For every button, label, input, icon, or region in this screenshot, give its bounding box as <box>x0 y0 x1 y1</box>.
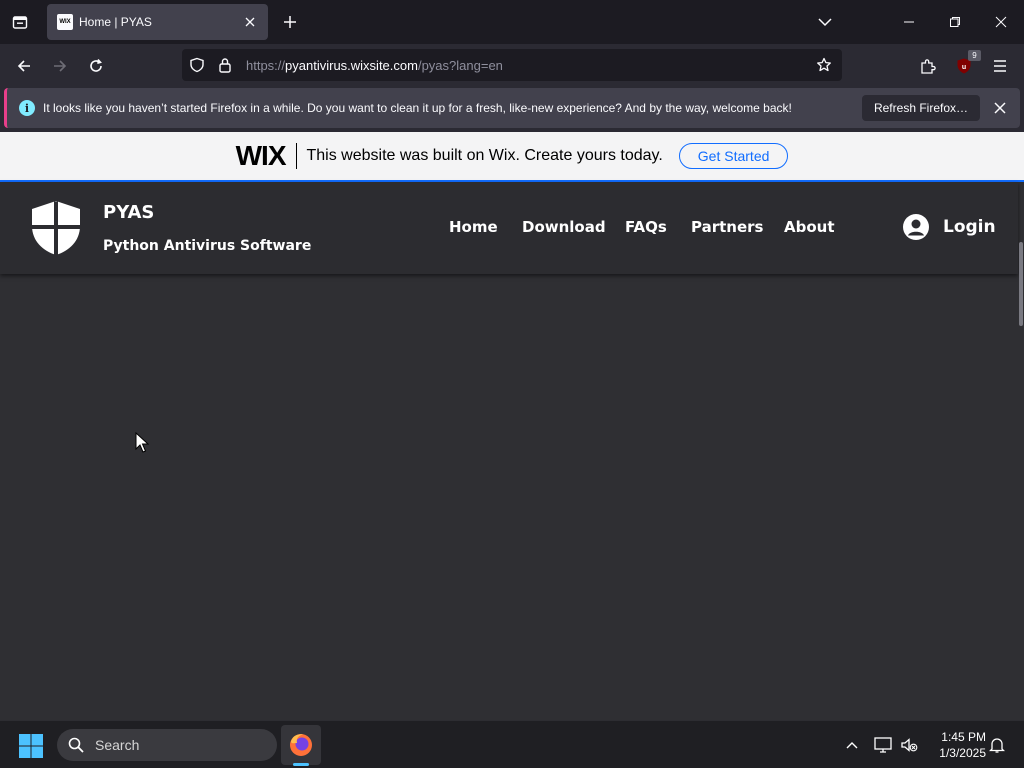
clock-time: 1:45 PM <box>941 730 986 744</box>
tracking-protection-button[interactable] <box>188 56 206 74</box>
taskbar: Search 1:45 PM 1/3/2025 <box>0 720 1024 768</box>
site-name[interactable]: PYAS <box>103 202 154 223</box>
bell-icon <box>989 738 1005 753</box>
wix-ad-banner: WIX This website was built on Wix. Creat… <box>0 132 1024 182</box>
wix-favicon-icon: WIX <box>57 14 73 30</box>
network-button[interactable] <box>873 735 893 755</box>
system-clock[interactable]: 1:45 PM 1/3/2025 <box>926 729 986 761</box>
active-tab[interactable]: WIX Home | PYAS <box>47 4 268 40</box>
close-icon <box>995 16 1007 28</box>
site-info-button[interactable] <box>216 56 234 74</box>
login-button[interactable]: Login <box>903 214 996 240</box>
arrow-left-icon <box>17 60 30 72</box>
notification-message: It looks like you haven’t started Firefo… <box>43 101 792 115</box>
wix-tagline: This website was built on Wix. Create yo… <box>306 147 663 164</box>
shield-logo-icon[interactable] <box>30 200 82 256</box>
refresh-firefox-notification: i It looks like you haven’t started Fire… <box>4 88 1020 128</box>
wix-logo[interactable]: WIX <box>236 140 287 172</box>
shield-icon <box>190 57 204 73</box>
minimize-icon <box>904 21 914 23</box>
window-close-button[interactable] <box>978 0 1024 44</box>
windows-start-icon[interactable] <box>18 733 44 759</box>
network-icon <box>874 737 892 753</box>
url-path: /pyas?lang=en <box>417 57 503 73</box>
forward-button[interactable] <box>46 52 74 80</box>
svg-text:u: u <box>962 64 966 71</box>
plus-icon <box>284 16 296 28</box>
nav-download[interactable]: Download <box>522 218 606 236</box>
list-all-tabs-button[interactable] <box>813 10 837 34</box>
back-button[interactable] <box>10 52 38 80</box>
close-icon <box>994 102 1006 114</box>
firefox-taskbar-button[interactable] <box>281 725 321 765</box>
nav-home[interactable]: Home <box>449 218 498 236</box>
restore-button[interactable] <box>932 0 978 44</box>
puzzle-icon <box>921 59 936 74</box>
get-started-button[interactable]: Get Started <box>678 143 789 169</box>
refresh-firefox-button[interactable]: Refresh Firefox… <box>861 95 980 121</box>
running-app-indicator <box>293 763 309 766</box>
restore-icon <box>950 17 960 27</box>
tab-strip: WIX Home | PYAS <box>0 0 1024 44</box>
extension-badge-count: 9 <box>968 50 981 61</box>
nav-partners[interactable]: Partners <box>691 218 763 236</box>
extensions-button[interactable] <box>914 52 942 80</box>
bookmark-button[interactable] <box>812 53 836 77</box>
mouse-cursor-icon <box>135 432 149 453</box>
banner-divider <box>295 143 297 169</box>
taskbar-search[interactable]: Search <box>57 729 277 761</box>
nav-about[interactable]: About <box>784 218 835 236</box>
search-label: Search <box>95 737 140 753</box>
arrow-right-icon <box>54 60 67 72</box>
lock-icon <box>219 58 231 73</box>
firefox-view-icon <box>12 16 28 29</box>
site-tagline: Python Antivirus Software <box>103 238 312 254</box>
url-host: pyantivirus.wixsite.com <box>285 57 418 73</box>
chevron-down-icon <box>818 18 832 27</box>
info-icon: i <box>19 100 35 116</box>
hamburger-menu-icon <box>994 60 1006 72</box>
url-scheme: https:// <box>246 57 286 73</box>
clock-date: 1/3/2025 <box>939 746 986 760</box>
tab-title: Home | PYAS <box>79 15 152 29</box>
url-text[interactable]: https://pyantivirus.wixsite.com/pyas?lan… <box>246 58 812 73</box>
tab-close-button[interactable] <box>238 10 262 34</box>
star-icon <box>817 57 831 72</box>
firefox-view-button[interactable] <box>8 10 32 34</box>
new-tab-button[interactable] <box>278 10 302 34</box>
navigation-toolbar: https://pyantivirus.wixsite.com/pyas?lan… <box>0 44 1024 86</box>
volume-button[interactable] <box>899 735 919 755</box>
scrollbar-thumb[interactable] <box>1019 242 1023 326</box>
reload-button[interactable] <box>82 52 110 80</box>
page-scrollbar[interactable] <box>1018 182 1024 720</box>
login-label: Login <box>943 217 996 237</box>
search-icon <box>67 736 85 754</box>
notifications-button[interactable] <box>987 735 1007 755</box>
show-hidden-icons-button[interactable] <box>842 735 862 755</box>
reload-icon <box>90 58 102 72</box>
close-icon <box>245 17 255 27</box>
minimize-button[interactable] <box>886 0 932 44</box>
speaker-muted-icon <box>901 738 918 752</box>
app-menu-button[interactable] <box>986 52 1014 80</box>
firefox-icon <box>290 734 312 756</box>
site-header: PYAS Python Antivirus Software Home Down… <box>0 182 1018 274</box>
user-avatar-icon <box>903 214 929 240</box>
nav-faqs[interactable]: FAQs <box>625 218 667 236</box>
address-bar[interactable]: https://pyantivirus.wixsite.com/pyas?lan… <box>182 49 842 81</box>
page-viewport: WIX This website was built on Wix. Creat… <box>0 132 1024 720</box>
notification-close-button[interactable] <box>988 96 1012 120</box>
chevron-up-icon <box>846 742 858 749</box>
ublock-origin-button[interactable]: u 9 <box>950 50 981 80</box>
